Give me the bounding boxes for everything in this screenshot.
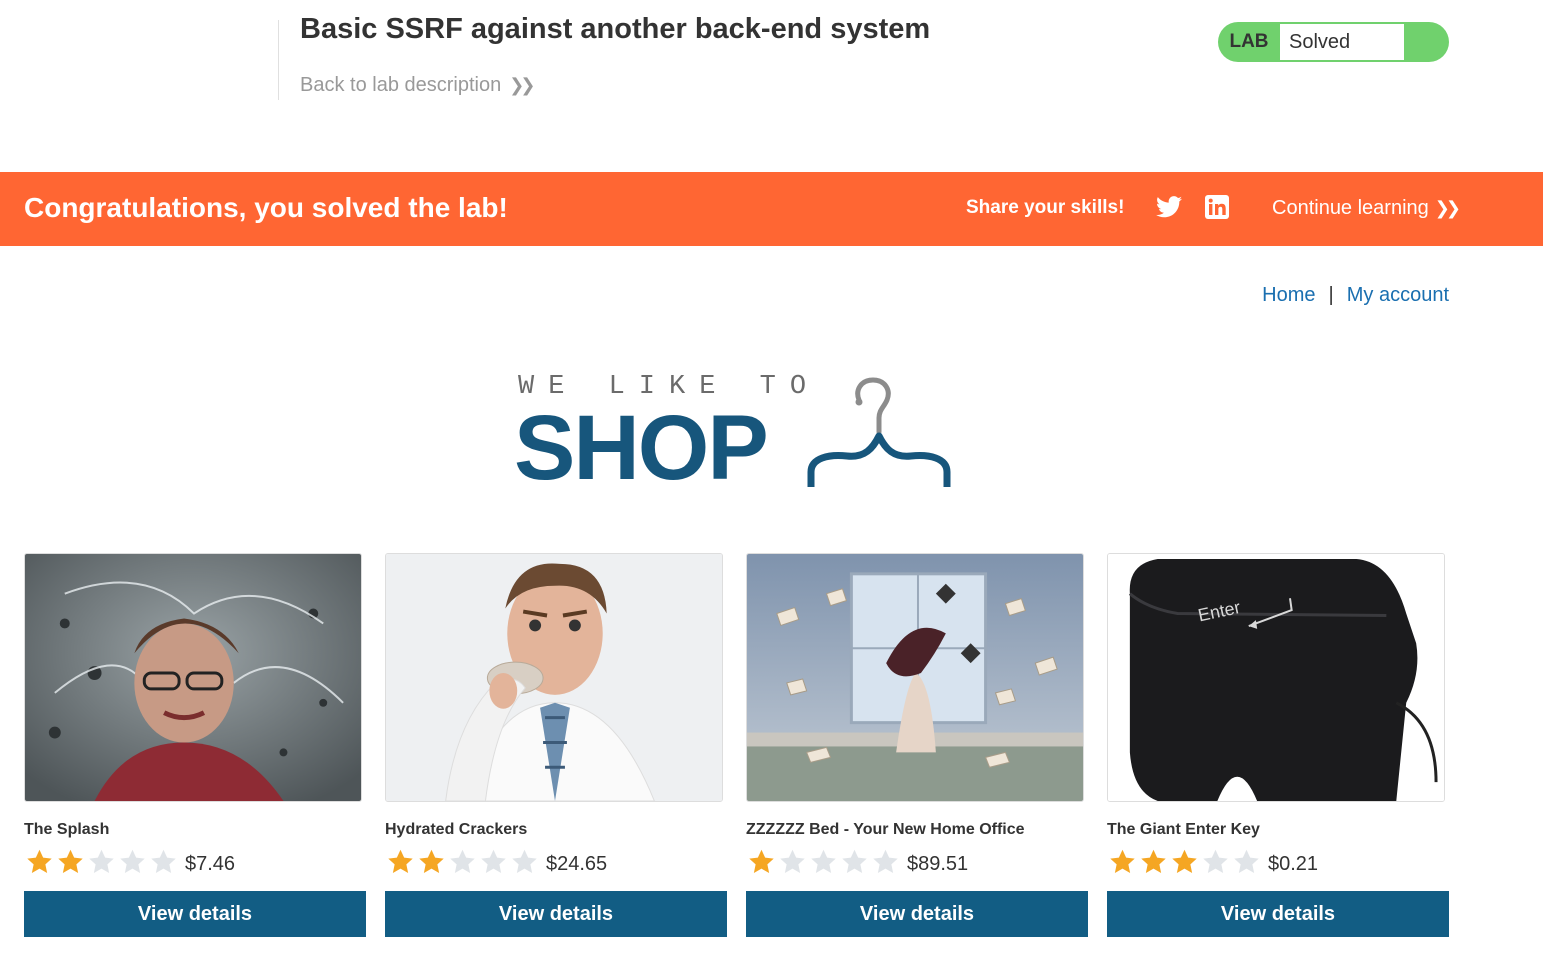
product-rating bbox=[1107, 848, 1262, 875]
lab-status-text: Solved bbox=[1280, 24, 1404, 60]
share-skills-label: Share your skills! bbox=[966, 197, 1125, 218]
product-name: The Giant Enter Key bbox=[1107, 821, 1260, 838]
product-image[interactable] bbox=[24, 553, 362, 802]
product-rating bbox=[24, 848, 179, 875]
continue-learning-link[interactable]: Continue learning ❯❯ bbox=[1272, 197, 1461, 220]
star-filled-icon bbox=[1141, 849, 1166, 873]
view-details-button[interactable]: View details bbox=[385, 891, 727, 937]
solved-banner: Congratulations, you solved the lab! Sha… bbox=[0, 172, 1543, 246]
continue-learning-label: Continue learning bbox=[1272, 197, 1429, 219]
star-empty-icon bbox=[1234, 849, 1259, 873]
product-rating bbox=[385, 848, 540, 875]
star-empty-icon bbox=[842, 849, 867, 873]
product-name: Hydrated Crackers bbox=[385, 821, 528, 838]
linkedin-icon[interactable] bbox=[1205, 195, 1229, 219]
lab-header: Basic SSRF against another back-end syst… bbox=[0, 0, 1543, 172]
hanger-icon bbox=[807, 377, 951, 487]
product-card: The Splash $7.46 View details bbox=[24, 553, 366, 937]
product-price: $7.46 bbox=[185, 852, 236, 875]
back-link-label: Back to lab description bbox=[300, 74, 502, 96]
star-empty-icon bbox=[873, 849, 898, 873]
star-empty-icon bbox=[512, 849, 537, 873]
top-navigation: Home | My account bbox=[1262, 284, 1449, 307]
my-account-link[interactable]: My account bbox=[1347, 284, 1449, 306]
star-empty-icon bbox=[89, 849, 114, 873]
product-price: $0.21 bbox=[1268, 852, 1319, 875]
lab-tag: LAB bbox=[1229, 31, 1269, 52]
lab-title: Basic SSRF against another back-end syst… bbox=[300, 13, 931, 45]
header-divider bbox=[278, 20, 279, 100]
star-filled-icon bbox=[419, 849, 444, 873]
star-empty-icon bbox=[780, 849, 805, 873]
product-price: $89.51 bbox=[907, 852, 969, 875]
product-card: Enter The Giant Enter Key $0.21 View det… bbox=[1107, 553, 1449, 937]
star-filled-icon bbox=[27, 849, 52, 873]
logo-shop-text: SHOP bbox=[514, 397, 769, 499]
star-empty-icon bbox=[120, 849, 145, 873]
nav-separator: | bbox=[1328, 284, 1334, 306]
home-link[interactable]: Home bbox=[1262, 284, 1315, 306]
product-card: Hydrated Crackers $24.65 View details bbox=[385, 553, 727, 937]
star-empty-icon bbox=[481, 849, 506, 873]
product-rating bbox=[746, 848, 901, 875]
product-card: ZZZZZZ Bed - Your New Home Office $89.51… bbox=[746, 553, 1088, 937]
star-filled-icon bbox=[749, 849, 774, 873]
star-empty-icon bbox=[450, 849, 475, 873]
star-filled-icon bbox=[1110, 849, 1135, 873]
product-price: $24.65 bbox=[546, 852, 608, 875]
product-image[interactable] bbox=[746, 553, 1084, 802]
view-details-button[interactable]: View details bbox=[1107, 891, 1449, 937]
lab-status-badge: LAB Solved bbox=[1218, 22, 1449, 62]
back-to-lab-description-link[interactable]: Back to lab description ❯❯ bbox=[300, 74, 535, 97]
shop-logo: WE LIKE TO SHOP bbox=[512, 368, 962, 499]
double-chevron-right-icon: ❯❯ bbox=[1434, 198, 1461, 218]
star-empty-icon bbox=[151, 849, 176, 873]
star-filled-icon bbox=[58, 849, 83, 873]
product-image[interactable]: Enter bbox=[1107, 553, 1445, 802]
congratulations-message: Congratulations, you solved the lab! bbox=[24, 192, 508, 223]
product-name: ZZZZZZ Bed - Your New Home Office bbox=[746, 821, 1025, 838]
double-chevron-right-icon: ❯❯ bbox=[509, 75, 535, 95]
product-name: The Splash bbox=[24, 821, 110, 838]
star-filled-icon bbox=[388, 849, 413, 873]
star-filled-icon bbox=[1172, 849, 1197, 873]
star-empty-icon bbox=[1203, 849, 1228, 873]
star-empty-icon bbox=[811, 849, 836, 873]
view-details-button[interactable]: View details bbox=[24, 891, 366, 937]
product-image[interactable] bbox=[385, 553, 723, 802]
view-details-button[interactable]: View details bbox=[746, 891, 1088, 937]
twitter-icon[interactable] bbox=[1156, 196, 1182, 218]
